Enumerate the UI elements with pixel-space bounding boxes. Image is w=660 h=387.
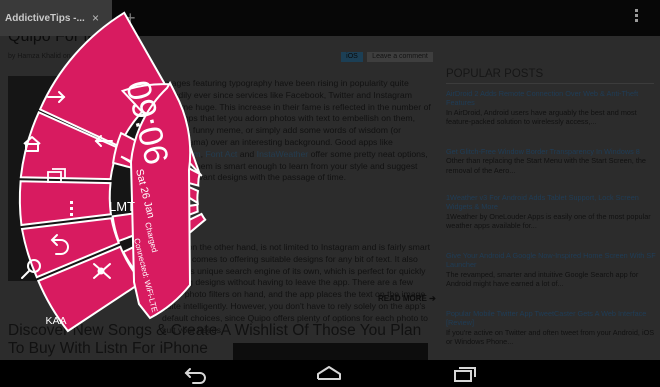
nav-home-icon[interactable] [317, 366, 341, 380]
overflow-menu-icon [70, 201, 73, 216]
kaa-label: KAA [45, 315, 66, 327]
pie-control: LMT KAA 09:06 Sat 26 Jan Charged Connect… [18, 11, 207, 333]
nav-recents-icon[interactable] [454, 367, 476, 382]
system-nav-bar [0, 360, 660, 387]
nav-back-icon[interactable] [184, 368, 206, 384]
lmt-label: LMT [109, 199, 135, 214]
pie-menu-button[interactable] [18, 180, 113, 227]
